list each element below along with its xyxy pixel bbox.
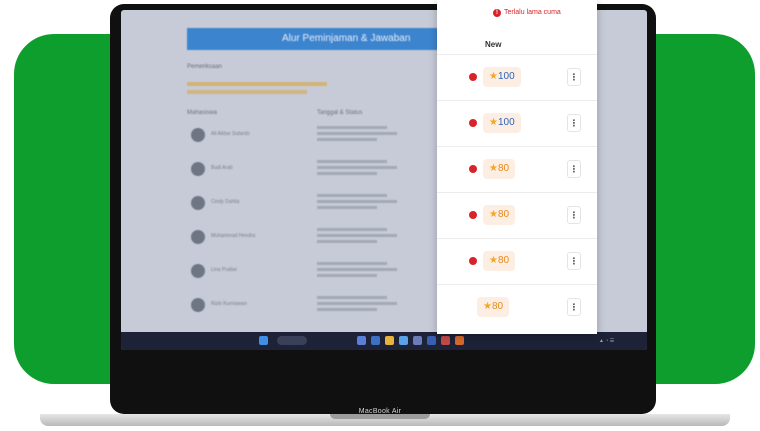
score-badge: ★80 [483,205,516,225]
column-header-new: New [485,40,502,49]
column-header-status: Tanggal & Status [317,110,363,116]
app-icon[interactable] [413,336,422,345]
table-row[interactable]: Muhammad Hendra [187,224,437,254]
notification-row[interactable]: ★80 ⋮ [437,192,597,238]
status-lines [317,262,407,280]
score-value: 100 [497,71,515,82]
star-icon: ★ [489,209,498,220]
start-icon[interactable] [259,336,268,345]
star-icon: ★ [489,71,498,82]
avatar [191,230,205,244]
alert-dot-icon [469,211,477,219]
star-icon: ★ [489,117,498,128]
score-value: 80 [497,163,510,174]
panel-alert-header: ! Terlalu lama cuma [437,0,597,30]
table-row[interactable]: Budi Arab [187,156,437,186]
avatar [191,264,205,278]
status-lines [317,296,407,314]
alert-text[interactable]: Terlalu lama cuma [504,9,561,16]
student-name: Budi Arab [211,165,233,171]
notification-row[interactable]: ★80 ⋮ [437,284,597,330]
system-tray[interactable]: ▲ ◔ ☰ [599,338,614,344]
avatar [191,196,205,210]
kebab-menu-icon[interactable]: ⋮ [567,68,581,86]
notification-row[interactable]: ★100 ⋮ [437,54,597,100]
kebab-menu-icon[interactable]: ⋮ [567,160,581,178]
table-row[interactable]: Rizki Kurniawan [187,292,437,322]
column-header-student: Mahasiswa [187,110,218,116]
kebab-menu-icon[interactable]: ⋮ [567,252,581,270]
student-name: Rizki Kurniawan [211,301,247,307]
warning-line [187,90,307,94]
alert-dot-icon [469,73,477,81]
score-badge: ★100 [483,113,521,133]
app-icon[interactable] [427,336,436,345]
score-badge: ★80 [483,251,516,271]
status-lines [317,228,407,246]
table-row[interactable]: Lina Pratiwi [187,258,437,288]
warning-line [187,82,327,86]
stage: MacBook Air Alur Peminjaman & Jawaban Pe… [0,0,760,431]
alert-dot-icon [469,119,477,127]
notification-row[interactable]: ★100 ⋮ [437,100,597,146]
table-row[interactable]: Ali Akbar Sutardo [187,122,437,152]
app-icon[interactable] [441,336,450,345]
score-value: 80 [497,255,510,266]
folder-icon[interactable] [385,336,394,345]
star-icon: ★ [489,163,498,174]
taskbar-search[interactable] [277,336,307,345]
student-name: Lina Pratiwi [211,267,237,273]
notification-row[interactable]: ★80 ⋮ [437,238,597,284]
student-name: Cindy Dahlia [211,199,240,205]
status-lines [317,160,407,178]
star-icon: ★ [489,255,498,266]
score-badge: ★80 [483,159,516,179]
taskbar: ▲ ◔ ☰ [121,332,647,350]
avatar [191,162,205,176]
laptop-model-label: MacBook Air [358,408,402,415]
kebab-menu-icon[interactable]: ⋮ [567,114,581,132]
alert-dot-icon [469,257,477,265]
app-icon[interactable] [357,336,366,345]
kebab-menu-icon[interactable]: ⋮ [567,206,581,224]
score-badge: ★80 [477,297,510,317]
notification-row[interactable]: ★80 ⋮ [437,146,597,192]
alert-dot-icon [469,165,477,173]
status-lines [317,194,407,212]
score-value: 80 [491,301,504,312]
student-name: Ali Akbar Sutardo [211,131,250,137]
app-icon[interactable] [371,336,380,345]
score-value: 80 [497,209,510,220]
app-section-label: Pemeriksaan [187,64,223,70]
alert-icon: ! [493,9,501,17]
avatar [191,128,205,142]
star-icon: ★ [483,301,492,312]
app-icon[interactable] [455,336,464,345]
table-row[interactable]: Cindy Dahlia [187,190,437,220]
status-lines [317,126,407,144]
avatar [191,298,205,312]
score-value: 100 [497,117,515,128]
notification-panel: ! Terlalu lama cuma New ★100 ⋮ ★100 ⋮ ★80 ⋮ ★8… [437,0,597,334]
student-name: Muhammad Hendra [211,233,256,239]
kebab-menu-icon[interactable]: ⋮ [567,298,581,316]
app-icon[interactable] [399,336,408,345]
score-badge: ★100 [483,67,521,87]
